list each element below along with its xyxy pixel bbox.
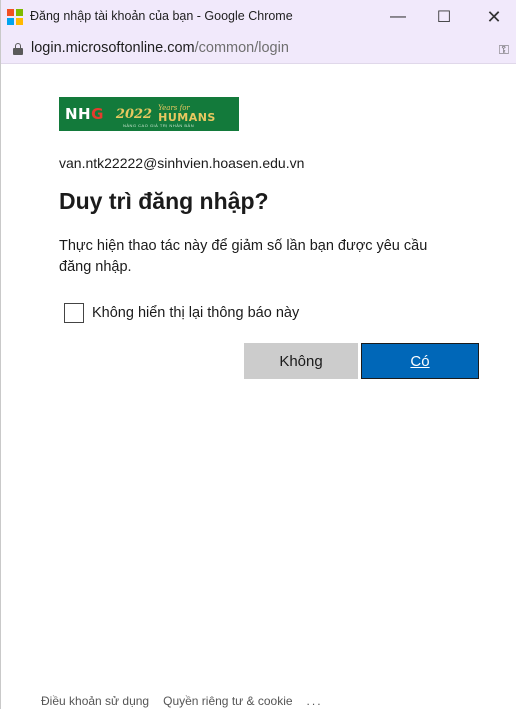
logo-humans: HUMANS — [158, 111, 216, 124]
organization-banner-logo: NHG 2022 Years for HUMANS NÂNG CAO GIÁ T… — [59, 97, 239, 131]
window-title: Đăng nhập tài khoản của bạn - Google Chr… — [30, 9, 293, 23]
account-email: van.ntk22222@sinhvien.hoasen.edu.vn — [59, 155, 305, 171]
logo-year: 2022 — [115, 106, 153, 122]
close-button[interactable]: ✕ — [471, 0, 516, 34]
minimize-button[interactable]: — — [375, 0, 421, 34]
maximize-button[interactable]: ☐ — [421, 0, 467, 34]
logo-g: G — [91, 105, 104, 123]
logo-tagline: NÂNG CAO GIÁ TRỊ NHÂN BẢN — [123, 123, 195, 128]
no-button[interactable]: Không — [244, 343, 358, 379]
description-text: Thực hiện thao tác này để giảm số lần bạ… — [59, 238, 428, 275]
title-bar[interactable]: Đăng nhập tài khoản của bạn - Google Chr… — [1, 0, 516, 34]
logo-square-green — [16, 9, 23, 16]
logo-nhg-text: NHG — [65, 105, 104, 123]
lock-body — [13, 48, 23, 55]
browser-window: Đăng nhập tài khoản của bạn - Google Chr… — [0, 0, 516, 709]
terms-of-use-link[interactable]: Điều khoản sử dụng — [41, 694, 149, 708]
logo-nh: NH — [65, 105, 92, 123]
dont-show-again-label[interactable]: Không hiển thị lại thông báo này — [92, 305, 299, 321]
dont-show-again-row[interactable]: Không hiển thị lại thông báo này — [64, 303, 299, 323]
dont-show-again-checkbox[interactable] — [64, 303, 84, 323]
logo-square-blue — [7, 18, 14, 25]
url-path: /common/login — [194, 40, 289, 56]
url-host: login.microsoftonline.com — [31, 40, 195, 56]
address-bar[interactable]: login.microsoftonline.com/common/login ⚿ — [1, 34, 516, 64]
footer-links: Điều khoản sử dụng Quyền riêng tư & cook… — [41, 694, 337, 708]
microsoft-logo-icon — [7, 9, 23, 25]
yes-button[interactable]: Có — [361, 343, 479, 379]
lock-icon[interactable] — [13, 43, 23, 55]
privacy-cookies-link[interactable]: Quyền riêng tư & cookie — [163, 694, 292, 708]
url-text[interactable]: login.microsoftonline.com/common/login — [31, 40, 289, 56]
logo-square-red — [7, 9, 14, 16]
key-icon[interactable]: ⚿ — [499, 42, 509, 58]
logo-square-yellow — [16, 18, 23, 25]
more-options-button[interactable]: ... — [307, 694, 323, 708]
logo-humans-block: Years for HUMANS — [158, 105, 216, 124]
page-title: Duy trì đăng nhập? — [59, 188, 269, 214]
